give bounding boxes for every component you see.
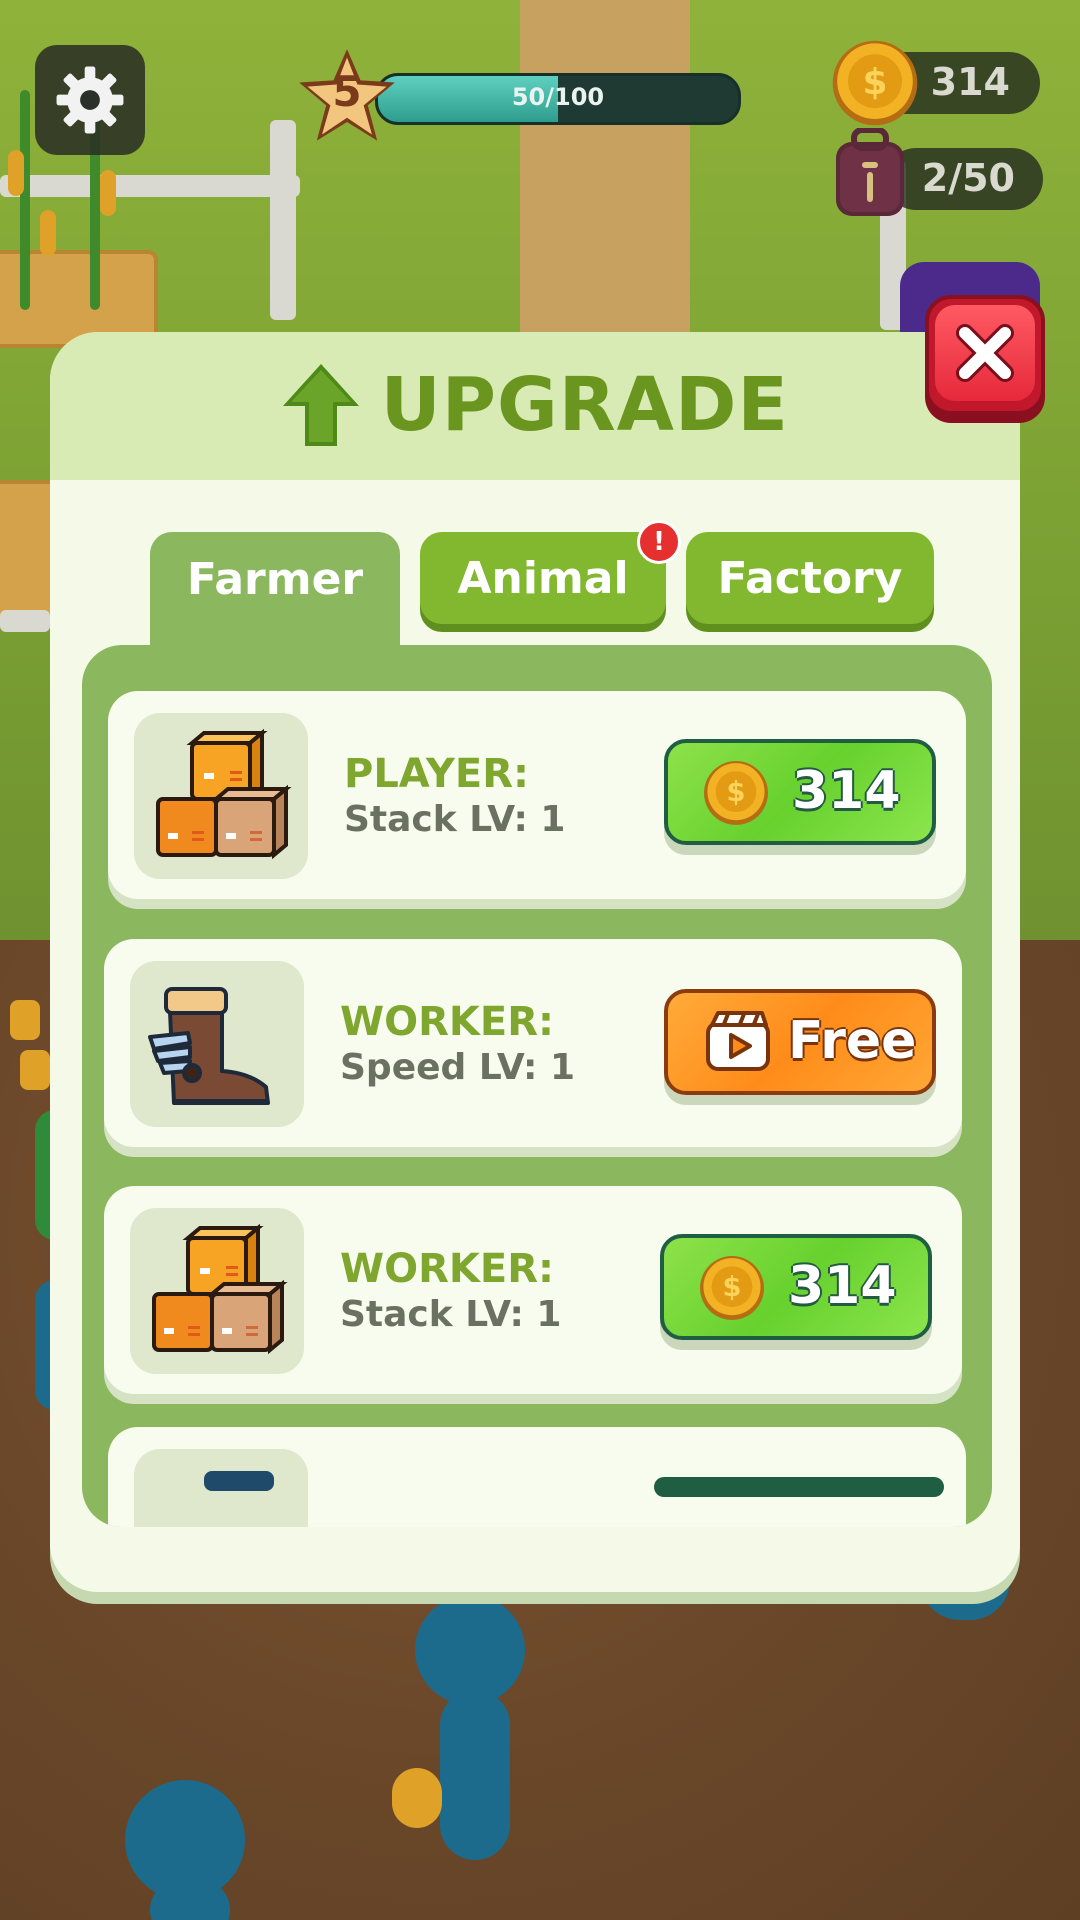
corn xyxy=(100,170,116,216)
price-label: 314 xyxy=(788,1256,897,1316)
settings-button[interactable] xyxy=(35,45,145,155)
corn xyxy=(10,1000,40,1040)
worker-character xyxy=(440,1690,510,1860)
xp-text: 50/100 xyxy=(511,83,605,111)
item-title: WORKER: xyxy=(340,1246,555,1292)
item-subtitle: Stack LV: 1 xyxy=(344,799,566,840)
boxes-icon xyxy=(152,1223,288,1355)
tab-label: Farmer xyxy=(186,554,364,605)
corn xyxy=(20,1050,50,1090)
corn-stalk xyxy=(20,90,30,310)
xp-bar: 50/100 xyxy=(375,73,741,125)
free-label: Free xyxy=(788,1011,917,1071)
close-button[interactable] xyxy=(925,295,1045,415)
fence xyxy=(270,120,296,320)
arrow-up-icon xyxy=(283,364,360,446)
upgrade-item-worker-speed: WORKER: Speed LV: 1 Free xyxy=(104,939,962,1147)
bag-count: 2/50 xyxy=(921,156,1015,200)
level-progress: 50/100 5 xyxy=(295,45,745,149)
free-video-button[interactable]: Free xyxy=(664,989,936,1095)
item-icon-frame xyxy=(134,1449,308,1527)
coin-icon: $ xyxy=(700,1256,764,1320)
item-icon-frame xyxy=(134,713,308,879)
coin-icon: $ xyxy=(704,761,768,825)
gear-icon xyxy=(56,66,124,134)
svg-text:$: $ xyxy=(727,777,746,808)
upgrade-item-partial xyxy=(108,1427,966,1527)
upgrade-item-worker-stack: WORKER: Stack LV: 1 $ 314 xyxy=(104,1186,962,1394)
item-subtitle: Stack LV: 1 xyxy=(340,1294,562,1335)
upgrade-buy-button[interactable]: $ 314 xyxy=(660,1234,932,1340)
corn xyxy=(392,1768,442,1828)
upgrade-buy-button[interactable]: $ 314 xyxy=(664,739,936,845)
tab-animal[interactable]: Animal xyxy=(420,532,666,624)
coin-icon: $ xyxy=(832,40,918,126)
modal-header: UPGRADE xyxy=(50,332,1020,480)
item-title: WORKER: xyxy=(340,999,555,1045)
item-icon-partial xyxy=(204,1471,274,1491)
close-icon xyxy=(956,324,1014,382)
upgrade-list[interactable]: PLAYER: Stack LV: 1 $ 314 WORKER: Speed … xyxy=(82,645,992,1527)
worker-character xyxy=(150,1880,230,1920)
notification-badge: ! xyxy=(637,520,681,564)
video-clapper-icon xyxy=(706,1011,770,1071)
boxes-icon xyxy=(156,728,292,860)
level-number: 5 xyxy=(332,67,362,116)
tab-label: Factory xyxy=(717,552,903,604)
corn xyxy=(40,210,56,256)
item-subtitle: Speed LV: 1 xyxy=(340,1047,576,1088)
upgrade-item-player-stack: PLAYER: Stack LV: 1 $ 314 xyxy=(108,691,966,899)
svg-text:$: $ xyxy=(862,62,887,103)
fence xyxy=(0,610,50,632)
backpack-icon xyxy=(836,128,904,216)
coin-count: 314 xyxy=(930,60,1010,104)
item-icon-frame xyxy=(130,961,304,1127)
winged-boot-icon xyxy=(148,987,270,1105)
corn xyxy=(8,150,24,196)
modal-title-row: UPGRADE xyxy=(50,362,1020,448)
price-label: 314 xyxy=(792,761,901,821)
close-button-face xyxy=(935,305,1035,401)
modal-title: UPGRADE xyxy=(380,362,789,448)
item-icon-frame xyxy=(130,1208,304,1374)
tab-factory[interactable]: Factory xyxy=(686,532,934,624)
tab-label: Animal xyxy=(457,552,629,604)
fence xyxy=(0,175,300,197)
svg-text:$: $ xyxy=(723,1272,742,1303)
item-title: PLAYER: xyxy=(344,751,530,797)
upgrade-buy-button[interactable] xyxy=(654,1477,944,1497)
worker-character xyxy=(415,1595,525,1705)
